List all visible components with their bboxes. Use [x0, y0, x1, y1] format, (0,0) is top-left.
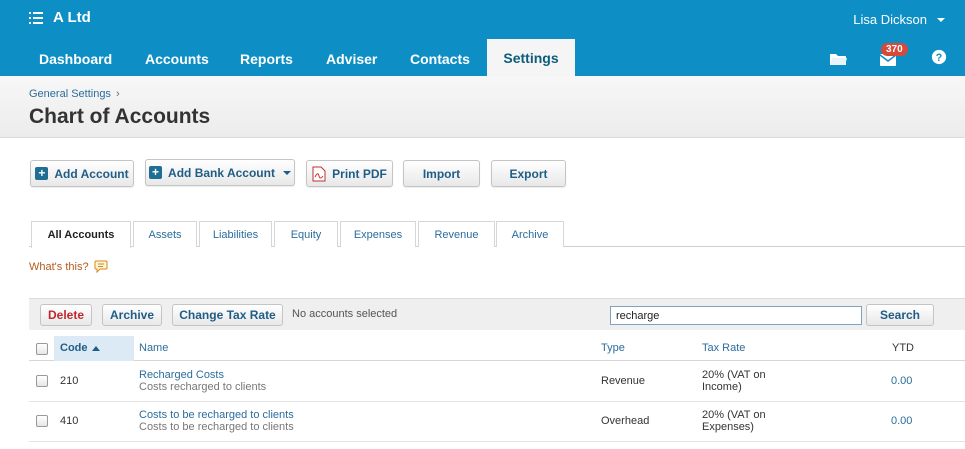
mail-badge: 370	[881, 43, 908, 56]
export-button[interactable]: Export	[491, 160, 566, 187]
search-input[interactable]	[610, 306, 862, 325]
tab-all-accounts[interactable]: All Accounts	[31, 221, 131, 248]
tax-rate-line2: Expenses)	[702, 421, 754, 433]
tax-rate-line2: Income)	[702, 381, 742, 393]
tab-liabilities[interactable]: Liabilities	[199, 221, 272, 247]
column-code-label: Code	[60, 342, 88, 354]
breadcrumb: General Settings ›	[29, 88, 120, 100]
nav-settings[interactable]: Settings	[487, 39, 575, 76]
search-button[interactable]: Search	[866, 304, 934, 326]
import-button[interactable]: Import	[403, 160, 480, 187]
ytd-value[interactable]: 0.00	[891, 415, 912, 427]
chevron-down-icon	[937, 17, 945, 22]
change-tax-rate-button[interactable]: Change Tax Rate	[172, 304, 283, 326]
print-pdf-label: Print PDF	[332, 166, 387, 181]
tab-assets[interactable]: Assets	[133, 221, 197, 247]
pdf-icon	[312, 166, 326, 181]
row-checkbox[interactable]	[36, 415, 48, 427]
tax-rate-line1: 20% (VAT on	[702, 409, 766, 421]
column-tax-rate[interactable]: Tax Rate	[702, 336, 745, 361]
account-type: Revenue	[601, 375, 646, 387]
account-description: Costs to be recharged to clients	[139, 421, 294, 433]
page-title: Chart of Accounts	[29, 105, 211, 128]
list-toolbar: Delete Archive Change Tax Rate No accoun…	[29, 298, 965, 330]
help-icon[interactable]: ?	[930, 49, 948, 65]
page-header: General Settings › Chart of Accounts	[0, 76, 965, 138]
table-row[interactable]: 210 Recharged Costs Costs recharged to c…	[29, 362, 965, 402]
user-name: Lisa Dickson	[853, 12, 927, 27]
archive-button[interactable]: Archive	[102, 304, 162, 326]
org-name: A Ltd	[53, 9, 91, 26]
menu-icon	[29, 11, 43, 24]
nav-dashboard[interactable]: Dashboard	[39, 40, 112, 76]
add-account-label: Add Account	[54, 166, 129, 181]
nav-contacts[interactable]: Contacts	[410, 40, 470, 76]
column-code[interactable]: Code	[54, 336, 134, 361]
selection-status: No accounts selected	[292, 308, 398, 320]
account-tabs: All Accounts Assets Liabilities Equity E…	[29, 221, 965, 248]
row-checkbox[interactable]	[36, 375, 48, 387]
tax-rate-line1: 20% (VAT on	[702, 369, 766, 381]
main-nav: Dashboard Accounts Reports Adviser Conta…	[0, 39, 965, 76]
whats-this-link[interactable]: What's this?	[29, 260, 108, 273]
add-account-button[interactable]: + Add Account	[30, 160, 134, 187]
account-description: Costs recharged to clients	[139, 381, 267, 393]
table-header: Code Name Type Tax Rate YTD	[29, 336, 965, 361]
delete-button[interactable]: Delete	[40, 304, 92, 326]
account-code: 410	[60, 415, 79, 427]
account-name-link[interactable]: Recharged Costs	[139, 369, 224, 381]
account-name-link[interactable]: Costs to be recharged to clients	[139, 409, 294, 421]
table-row[interactable]: 410 Costs to be recharged to clients Cos…	[29, 402, 965, 442]
nav-accounts[interactable]: Accounts	[145, 40, 209, 76]
nav-reports[interactable]: Reports	[240, 40, 293, 76]
ytd-value[interactable]: 0.00	[891, 375, 912, 387]
tab-equity[interactable]: Equity	[274, 221, 338, 247]
breadcrumb-general-settings[interactable]: General Settings	[29, 88, 111, 100]
plus-icon: +	[35, 167, 49, 180]
breadcrumb-separator: ›	[115, 88, 120, 100]
sort-ascending-icon	[91, 345, 100, 351]
chevron-down-icon	[282, 170, 291, 175]
account-type: Overhead	[601, 415, 650, 427]
nav-adviser[interactable]: Adviser	[326, 40, 377, 76]
select-all-checkbox[interactable]	[36, 343, 48, 355]
column-name[interactable]: Name	[139, 336, 168, 361]
svg-text:?: ?	[936, 52, 943, 64]
whats-this-label: What's this?	[29, 260, 89, 273]
add-bank-account-label: Add Bank Account	[168, 165, 275, 180]
folder-icon[interactable]	[829, 51, 847, 67]
tab-archive[interactable]: Archive	[496, 221, 564, 247]
column-ytd: YTD	[892, 342, 914, 354]
user-menu[interactable]: Lisa Dickson	[853, 12, 945, 27]
add-bank-account-button[interactable]: + Add Bank Account	[145, 159, 295, 186]
org-switcher[interactable]: A Ltd	[29, 9, 91, 26]
column-type[interactable]: Type	[601, 336, 625, 361]
plus-icon: +	[149, 166, 163, 179]
tab-revenue[interactable]: Revenue	[418, 221, 495, 247]
print-pdf-button[interactable]: Print PDF	[306, 160, 393, 187]
tab-expenses[interactable]: Expenses	[340, 221, 416, 247]
top-bar: A Ltd Lisa Dickson	[0, 0, 965, 40]
speech-bubble-icon	[94, 260, 108, 273]
account-code: 210	[60, 375, 79, 387]
